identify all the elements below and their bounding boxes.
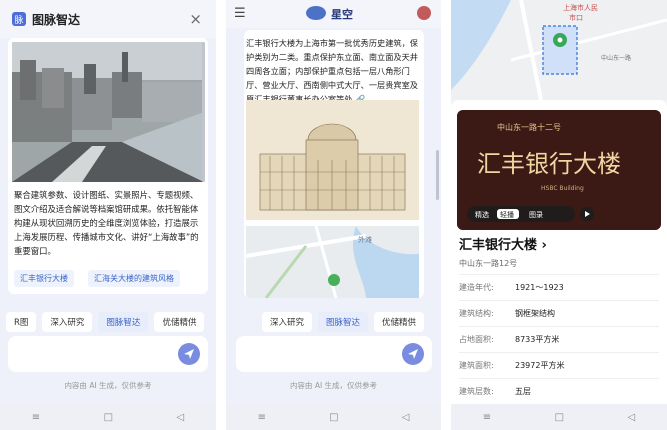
panel-xingkong-chat: ☰ 星空 汇丰银行大楼为上海市第一批优秀历史建筑，保护类别为二类。重点保护东立面… bbox=[226, 0, 441, 430]
answer-text: 汇丰银行大楼为上海市第一批优秀历史建筑，保护类别为二类。重点保护东立面、南立面及… bbox=[246, 38, 418, 104]
info-row: 占地面积: 8733平方米 bbox=[459, 326, 659, 352]
chip-map[interactable]: R图 bbox=[6, 312, 37, 332]
close-icon[interactable]: × bbox=[189, 10, 202, 28]
home-nav-icon[interactable]: □ bbox=[104, 412, 113, 423]
answer-card: 聚合建筑参数、设计图纸、实景照片、专题视频、图文介绍及适合解说等档案馆研成果。依… bbox=[8, 38, 208, 294]
facade-drawing bbox=[246, 100, 419, 220]
chip-deep-research[interactable]: 深入研究 bbox=[42, 312, 93, 332]
chevron-right-icon: › bbox=[541, 238, 547, 253]
menu-nav-icon[interactable]: ≡ bbox=[258, 412, 266, 423]
info-row: 建造年代: 1921～1923 bbox=[459, 274, 659, 300]
bund-aerial-photo bbox=[12, 42, 204, 182]
back-nav-icon[interactable]: ◁ bbox=[402, 412, 410, 423]
info-key: 建造年代: bbox=[459, 283, 494, 292]
system-nav-bar: ≡ □ ◁ bbox=[226, 404, 441, 430]
chat-input[interactable] bbox=[8, 336, 208, 372]
home-nav-icon[interactable]: □ bbox=[555, 412, 564, 423]
chip-youchu[interactable]: 优储精供 bbox=[374, 312, 425, 332]
map-label: 外滩 bbox=[358, 235, 372, 244]
related-link[interactable]: 汇海关大楼的建筑风格 bbox=[88, 270, 180, 287]
map-label: 上海市人民 bbox=[563, 3, 598, 12]
hamburger-icon[interactable]: ☰ bbox=[234, 6, 246, 21]
info-value: 8733平方米 bbox=[515, 335, 560, 344]
video-english: HSBC Building bbox=[541, 185, 584, 192]
chat-input[interactable] bbox=[236, 336, 432, 372]
system-nav-bar: ≡ □ ◁ bbox=[0, 404, 216, 430]
panel-building-detail: 上海市人民 市口 中山东一路 中山东一路十二号 汇丰银行大楼 HSBC Buil… bbox=[451, 0, 667, 430]
xingkong-logo-icon bbox=[306, 6, 326, 20]
video-control[interactable]: 精选 bbox=[475, 210, 489, 219]
panel-tumai-chat: 脉 图脉智达 × 聚合建筑参数、设计图纸、实景照片、专题视频、图文介绍及适合解说… bbox=[0, 0, 216, 430]
ai-disclaimer: 内容由 AI 生成，仅供参考 bbox=[64, 381, 152, 390]
chip-deep-research[interactable]: 深入研究 bbox=[262, 312, 313, 332]
video-control[interactable]: 轻播 bbox=[500, 210, 514, 219]
tumai-logo-icon: 脉 bbox=[12, 12, 26, 26]
send-icon[interactable] bbox=[402, 343, 424, 365]
related-link[interactable]: 汇丰银行大楼 bbox=[14, 270, 74, 287]
info-value: 钢框架结构 bbox=[515, 309, 555, 318]
info-key: 建筑结构: bbox=[459, 309, 494, 318]
info-row: 建筑层数: 五层 bbox=[459, 378, 659, 404]
app-title: 星空 bbox=[331, 8, 353, 21]
info-value: 1921～1923 bbox=[515, 283, 564, 292]
building-name[interactable]: 汇丰银行大楼 › bbox=[459, 234, 547, 253]
scrollbar[interactable] bbox=[202, 42, 205, 182]
info-key: 占地面积: bbox=[459, 335, 494, 344]
info-key: 建筑面积: bbox=[459, 361, 494, 370]
app-title: 图脉智达 bbox=[32, 12, 81, 27]
chip-tumai[interactable]: 图脉智达 bbox=[98, 312, 149, 332]
back-nav-icon[interactable]: ◁ bbox=[628, 412, 636, 423]
video-control[interactable]: 图录 bbox=[529, 211, 543, 219]
chip-tumai[interactable]: 图脉智达 bbox=[318, 312, 369, 332]
home-nav-icon[interactable]: □ bbox=[329, 412, 338, 423]
info-row: 建筑面积: 23972平方米 bbox=[459, 352, 659, 378]
quick-chips: R图 深入研究 图脉智达 优储精供 bbox=[6, 312, 205, 332]
related-links: 汇丰银行大楼 汇海关大楼的建筑风格 bbox=[14, 270, 180, 287]
building-name-text: 汇丰银行大楼 bbox=[459, 238, 538, 253]
send-icon[interactable] bbox=[178, 343, 200, 365]
building-info-sheet: 中山东一路十二号 汇丰银行大楼 HSBC Building 精选 轻播 图录 汇… bbox=[451, 100, 667, 404]
chip-youchu[interactable]: 优储精供 bbox=[154, 312, 205, 332]
panel-header: 脉 图脉智达 × bbox=[0, 0, 216, 38]
back-nav-icon[interactable]: ◁ bbox=[177, 412, 185, 423]
map-label: 市口 bbox=[569, 13, 583, 22]
info-key: 建筑层数: bbox=[459, 387, 494, 396]
map-label: 中山东一路 bbox=[601, 54, 631, 62]
info-value: 23972平方米 bbox=[515, 361, 565, 370]
menu-nav-icon[interactable]: ≡ bbox=[32, 412, 40, 423]
video-subtitle: 中山东一路十二号 bbox=[497, 122, 561, 132]
quick-chips: 深入研究 图脉智达 优储精供 bbox=[262, 312, 425, 332]
building-address: 中山东一路12号 bbox=[459, 259, 518, 268]
info-value: 五层 bbox=[515, 387, 531, 396]
answer-text: 聚合建筑参数、设计图纸、实景照片、专题视频、图文介绍及适合解说等档案馆研成果。依… bbox=[14, 190, 199, 256]
building-map[interactable]: 上海市人民 市口 中山东一路 bbox=[451, 0, 667, 100]
building-video[interactable]: 中山东一路十二号 汇丰银行大楼 HSBC Building 精选 轻播 图录 bbox=[457, 110, 661, 230]
video-title: 汇丰银行大楼 bbox=[477, 150, 621, 178]
avatar[interactable] bbox=[417, 6, 431, 20]
panel-header: ☰ 星空 bbox=[226, 0, 441, 28]
info-row: 建筑结构: 钢框架结构 bbox=[459, 300, 659, 326]
menu-nav-icon[interactable]: ≡ bbox=[483, 412, 491, 423]
scrollbar[interactable] bbox=[436, 150, 439, 200]
location-map[interactable]: 外滩 bbox=[246, 226, 419, 298]
ai-disclaimer: 内容由 AI 生成，仅供参考 bbox=[289, 381, 378, 390]
answer-card: 汇丰银行大楼为上海市第一批优秀历史建筑，保护类别为二类。重点保护东立面、南立面及… bbox=[244, 30, 424, 298]
system-nav-bar: ≡ □ ◁ bbox=[451, 404, 667, 430]
